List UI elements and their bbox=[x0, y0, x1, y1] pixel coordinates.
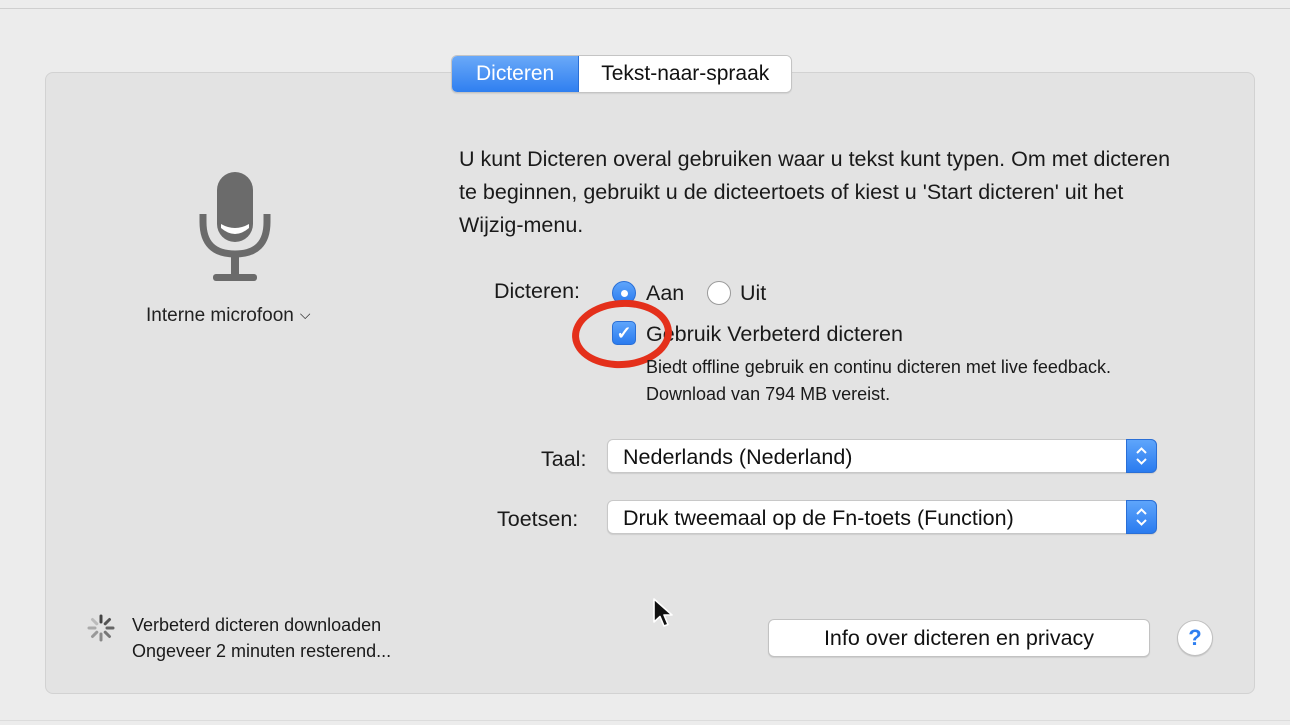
radio-aan-label[interactable]: Aan bbox=[646, 281, 684, 306]
updown-stepper-icon bbox=[1126, 439, 1157, 473]
tab-tekst-naar-spraak[interactable]: Tekst-naar-spraak bbox=[579, 56, 792, 92]
shortcut-select[interactable]: Druk tweemaal op de Fn-toets (Function) bbox=[607, 500, 1157, 534]
language-label: Taal: bbox=[541, 447, 587, 471]
window-bottom-divider bbox=[0, 720, 1290, 721]
enhanced-dictation-note: Biedt offline gebruik en continu dictere… bbox=[646, 357, 1111, 404]
microphone-select[interactable]: Interne microfoon ⌵ bbox=[146, 305, 310, 327]
chevron-down-icon: ⌵ bbox=[299, 306, 311, 322]
radio-uit-label[interactable]: Uit bbox=[740, 281, 766, 306]
updown-stepper-icon bbox=[1126, 500, 1157, 534]
shortcut-label: Toetsen: bbox=[497, 507, 579, 531]
help-button[interactable]: ? bbox=[1177, 620, 1213, 656]
download-status-line2: Ongeveer 2 minuten resterend... bbox=[132, 641, 392, 661]
download-status-line1: Verbeterd dicteren downloaden bbox=[132, 615, 382, 635]
shortcut-select-value: Druk tweemaal op de Fn-toets (Function) bbox=[623, 506, 1014, 530]
spinner-icon bbox=[87, 614, 115, 642]
privacy-info-button[interactable]: Info over dicteren en privacy bbox=[768, 619, 1150, 657]
language-select[interactable]: Nederlands (Nederland) bbox=[607, 439, 1157, 473]
microphone-select-value: Interne microfoon bbox=[146, 305, 294, 326]
language-select-value: Nederlands (Nederland) bbox=[623, 445, 853, 469]
tab-bar: Dicteren Tekst-naar-spraak bbox=[451, 55, 793, 93]
enhanced-dictation-label[interactable]: Gebruik Verbeterd dicteren bbox=[646, 322, 903, 347]
dictation-label: Dicteren: bbox=[494, 279, 581, 303]
tab-dicteren[interactable]: Dicteren bbox=[452, 56, 580, 92]
window-top-divider bbox=[0, 8, 1290, 9]
dictation-description: U kunt Dicteren overal gebruiken waar u … bbox=[459, 147, 1171, 237]
download-status: Verbeterd dicteren downloaden Ongeveer 2… bbox=[132, 612, 391, 664]
radio-uit[interactable] bbox=[707, 281, 731, 305]
mouse-pointer-icon bbox=[653, 598, 673, 627]
microphone-icon bbox=[199, 172, 271, 281]
